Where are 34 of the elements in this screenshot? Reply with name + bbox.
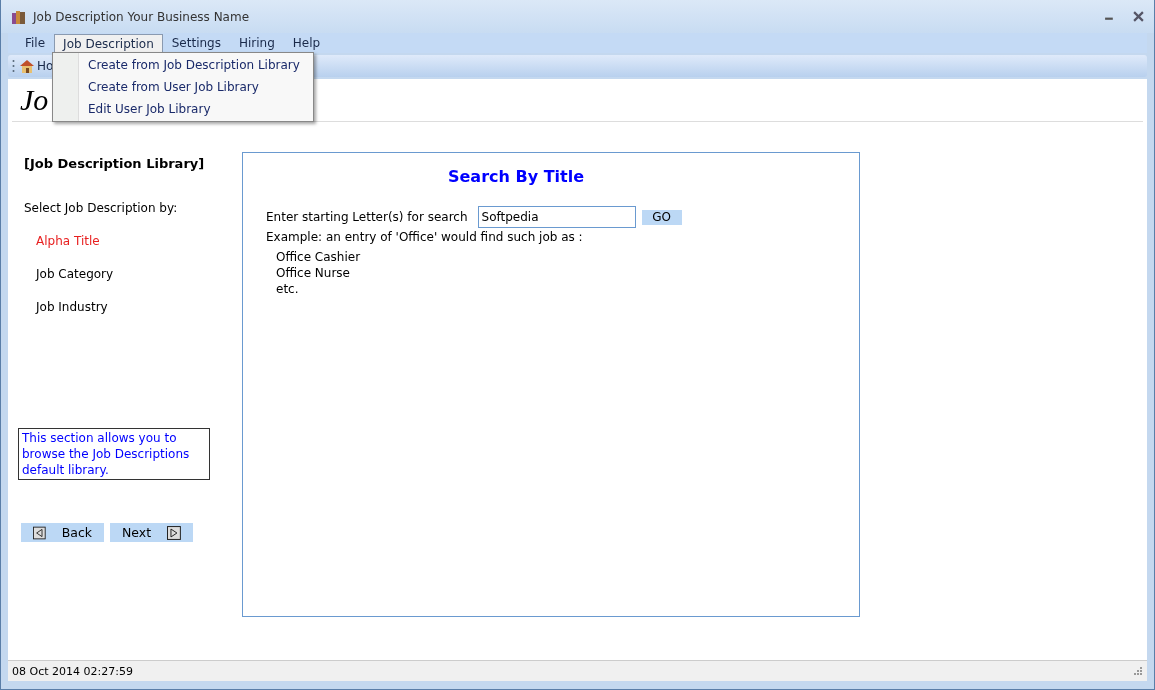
next-button[interactable]: Next	[110, 523, 193, 542]
status-text: 08 Oct 2014 02:27:59	[12, 664, 133, 678]
search-label: Enter starting Letter(s) for search	[266, 210, 468, 224]
left-arrow-icon	[33, 525, 46, 540]
sidebar-item[interactable]: Job Category	[18, 267, 242, 281]
sidebar-item[interactable]: Job Industry	[18, 300, 242, 314]
menu-item[interactable]: Help	[283, 33, 330, 53]
menu-item[interactable]: Job Description	[54, 34, 163, 53]
dropdown-item[interactable]: Edit User Job Library	[53, 98, 313, 120]
menu-item[interactable]: File	[16, 33, 55, 53]
dropdown-item[interactable]: Create from Job Description Library	[53, 54, 313, 76]
sidebar-item[interactable]: Alpha Title	[18, 234, 242, 248]
window-title: Job Description Your Business Name	[33, 9, 250, 24]
search-field[interactable]: Softpedia	[477, 206, 636, 228]
sidebar-title: [Job Description Library]	[23, 156, 206, 171]
grip-icon	[12, 59, 15, 73]
sidebar-prompt: Select Job Description by:	[23, 201, 179, 215]
example-item: etc.	[275, 281, 300, 297]
example-text: Example: an entry of 'Office' would find such job as :	[265, 230, 584, 244]
close-icon[interactable]	[1133, 11, 1144, 22]
page-heading: Jo	[20, 83, 49, 117]
example-item: Office Cashier	[275, 249, 362, 265]
example-item: Office Nurse	[275, 265, 351, 281]
dropdown-item[interactable]: Create from User Job Library	[53, 76, 313, 98]
panel-title: Search By Title	[446, 167, 586, 186]
right-arrow-icon	[167, 525, 181, 540]
go-button[interactable]: GO	[641, 209, 682, 225]
books-icon	[11, 8, 27, 25]
menu-item[interactable]: Hiring	[229, 33, 284, 53]
menu-item[interactable]: Settings	[162, 33, 230, 53]
info-note: This section allows you to browse the Job Descriptions default library.	[18, 428, 210, 480]
resize-grip-icon	[1133, 666, 1143, 676]
back-button[interactable]: Back	[21, 523, 104, 542]
house-icon	[19, 58, 35, 74]
